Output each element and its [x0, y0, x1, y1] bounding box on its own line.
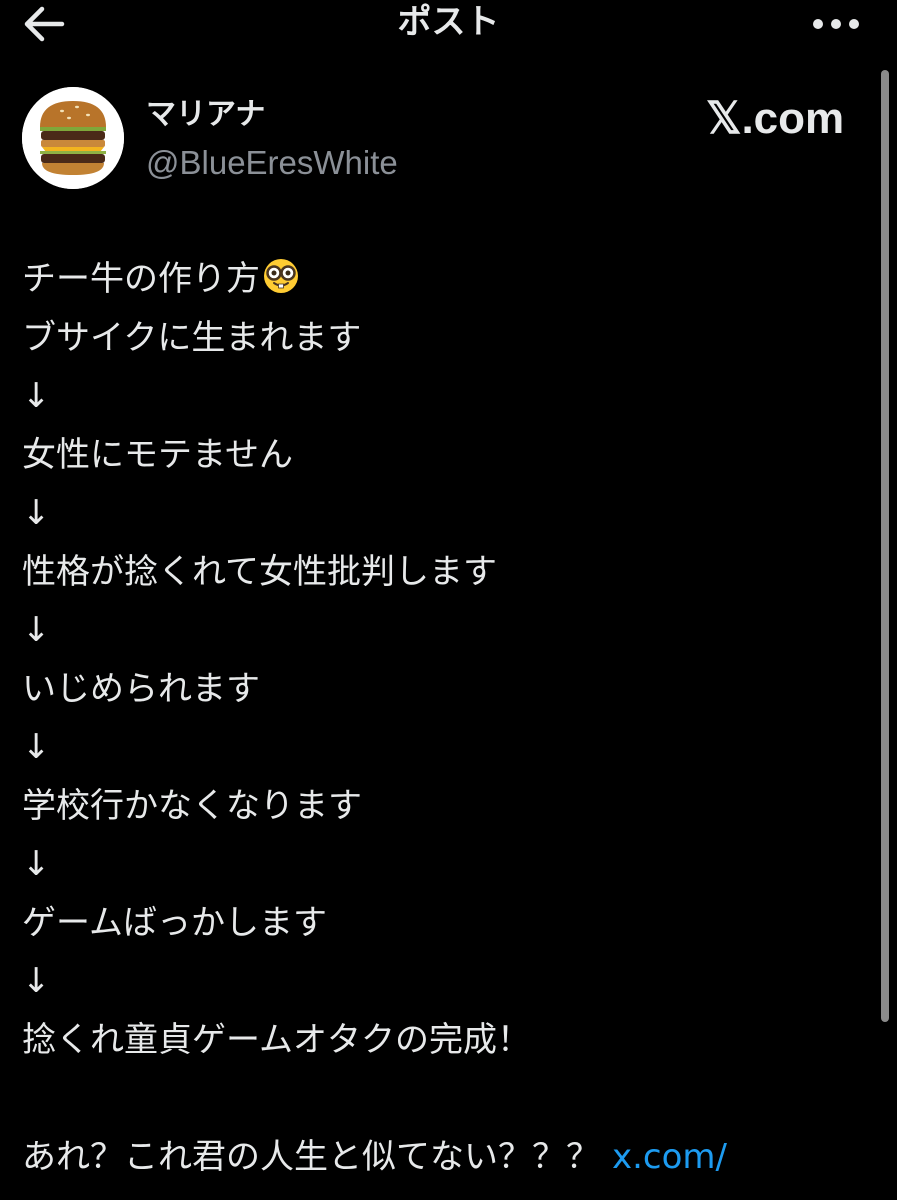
author-handle[interactable]: @BlueEresWhite — [146, 143, 398, 183]
post-line: ↓ — [22, 727, 51, 767]
post-line: ブサイクに生まれます — [22, 317, 362, 358]
post-line: ↓ — [22, 610, 51, 650]
post-line: チー牛の作り方 — [22, 250, 862, 309]
post-line: 学校行かなくなります — [22, 785, 362, 826]
author-display-name[interactable]: マリアナ — [146, 95, 265, 135]
post-line: いじめられます — [22, 668, 260, 709]
x-logo: 𝕏.com — [706, 94, 845, 143]
post-line: ↓ — [22, 493, 51, 533]
nerd-face-emoji — [262, 257, 300, 295]
post-line: ↓ — [22, 376, 51, 416]
post-line: ゲームばっかします — [22, 902, 327, 943]
avatar[interactable] — [22, 87, 124, 189]
post-line: ↓ — [22, 844, 51, 884]
post-link[interactable]: x.com/ — [612, 1137, 727, 1177]
post-line: 捻くれ童貞ゲームオタクの完成！ — [22, 1019, 531, 1060]
post-line: 性格が捻くれて女性批判します — [22, 551, 497, 592]
post-text: チー牛の作り方 ブサイクに生まれます ↓ 女性にモテません ↓ 性格が捻くれて女… — [22, 250, 862, 1186]
post-line: 女性にモテません — [22, 434, 293, 475]
post-line: あれ？これ君の人生と似てない？？？ x.com/ — [22, 1136, 727, 1177]
post-line: ↓ — [22, 961, 51, 1001]
top-bar: ポスト — [0, 0, 897, 48]
burger-avatar — [22, 87, 124, 189]
more-horizontal-icon — [813, 19, 859, 29]
scrollbar[interactable] — [881, 70, 889, 1022]
page-title: ポスト — [397, 2, 500, 42]
more-options-button[interactable] — [808, 8, 864, 40]
